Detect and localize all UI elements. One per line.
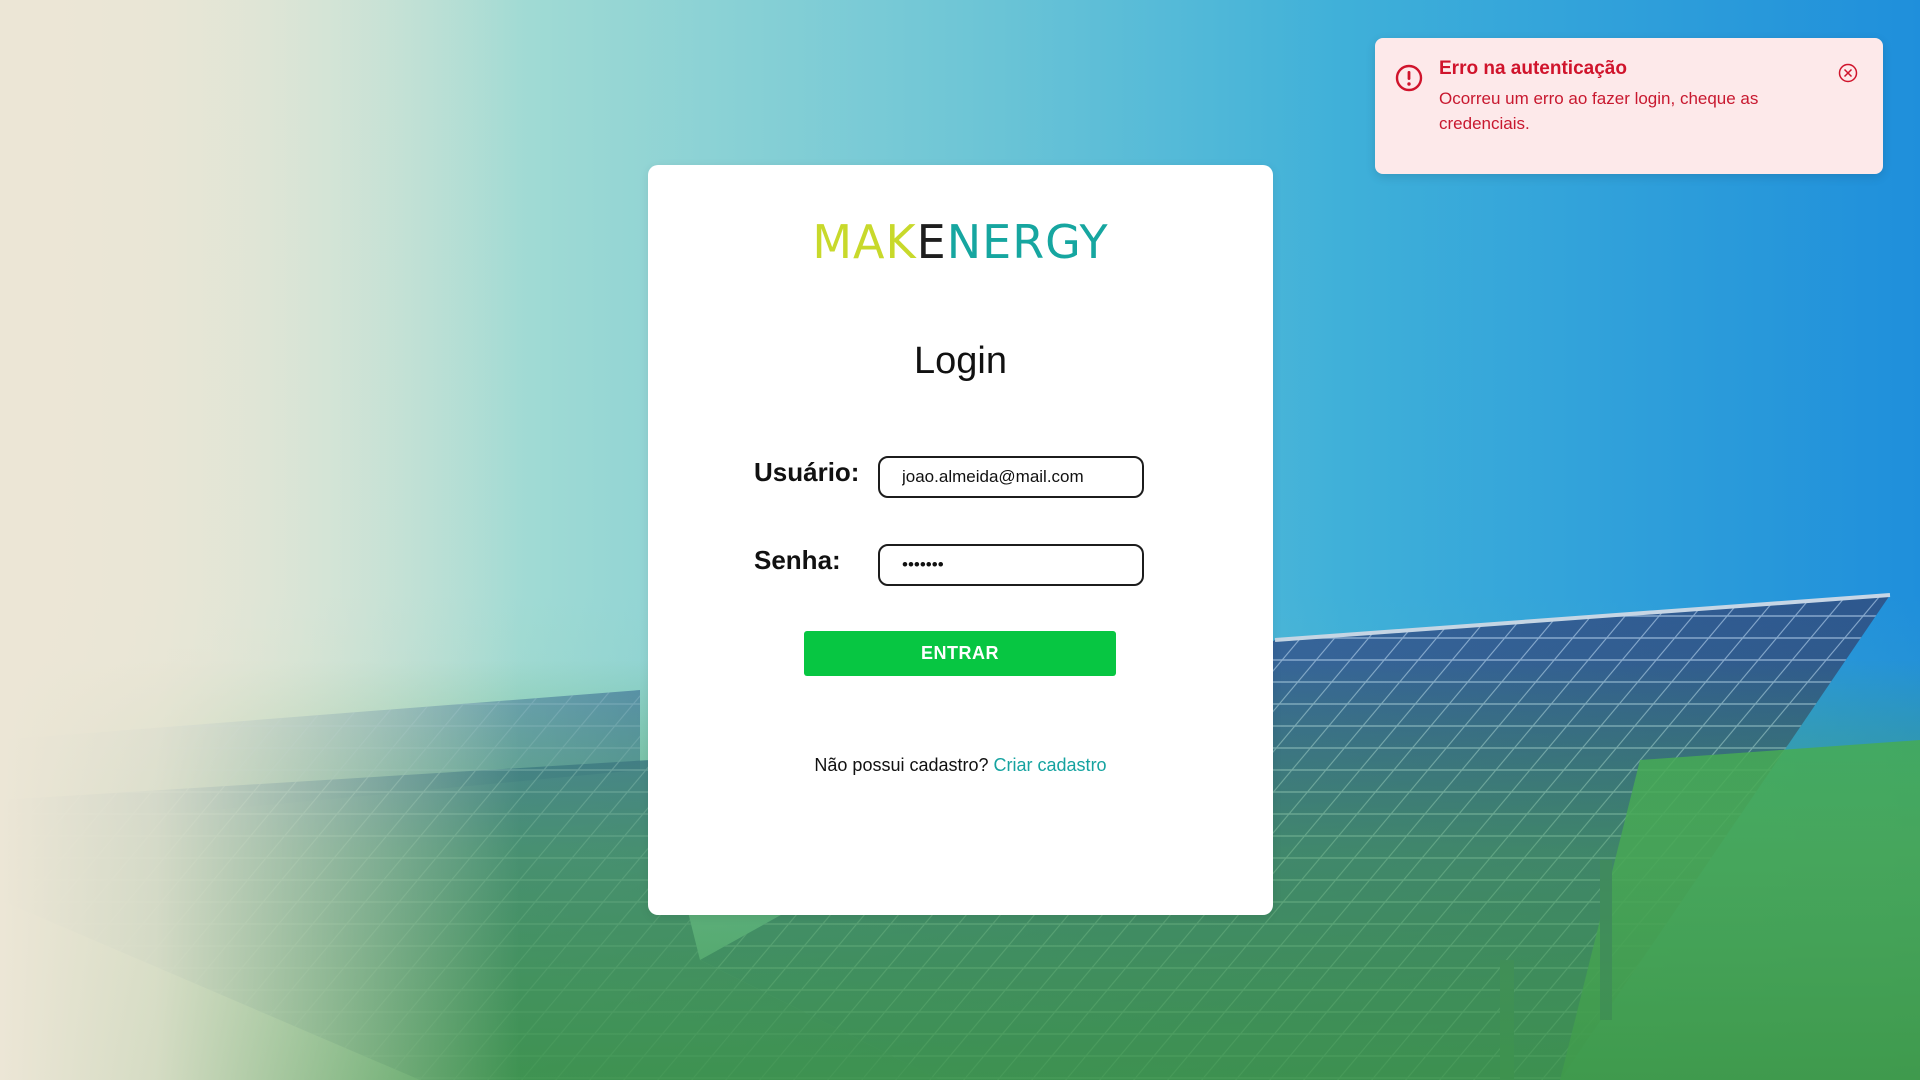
login-card: MAKENERGY Login Usuário: Senha: ENTRAR N…: [648, 165, 1273, 915]
login-button[interactable]: ENTRAR: [804, 631, 1116, 676]
password-label: Senha:: [754, 545, 841, 575]
left-fade-overlay: [0, 0, 520, 1080]
signup-prompt: Não possui cadastro?: [814, 755, 989, 775]
toast-title: Erro na autenticação: [1439, 58, 1627, 79]
password-input[interactable]: [878, 544, 1144, 586]
logo-text-part3: NERGY: [946, 215, 1109, 269]
signup-row: Não possui cadastro? Criar cadastro: [648, 755, 1273, 776]
toast-message: Ocorreu um erro ao fazer login, cheque a…: [1439, 89, 1759, 133]
signup-link[interactable]: Criar cadastro: [994, 755, 1107, 775]
username-input[interactable]: [878, 456, 1144, 498]
logo-text-part1: MAK: [812, 215, 917, 269]
error-circle-icon: [1395, 64, 1423, 92]
logo-text-part2: E: [916, 215, 947, 269]
makenergy-logo: MAKENERGY: [648, 215, 1273, 269]
close-circle-icon[interactable]: [1837, 62, 1859, 84]
username-label: Usuário:: [754, 457, 860, 487]
page-title: Login: [914, 340, 1007, 382]
error-toast: Erro na autenticação Ocorreu um erro ao …: [1375, 38, 1883, 174]
